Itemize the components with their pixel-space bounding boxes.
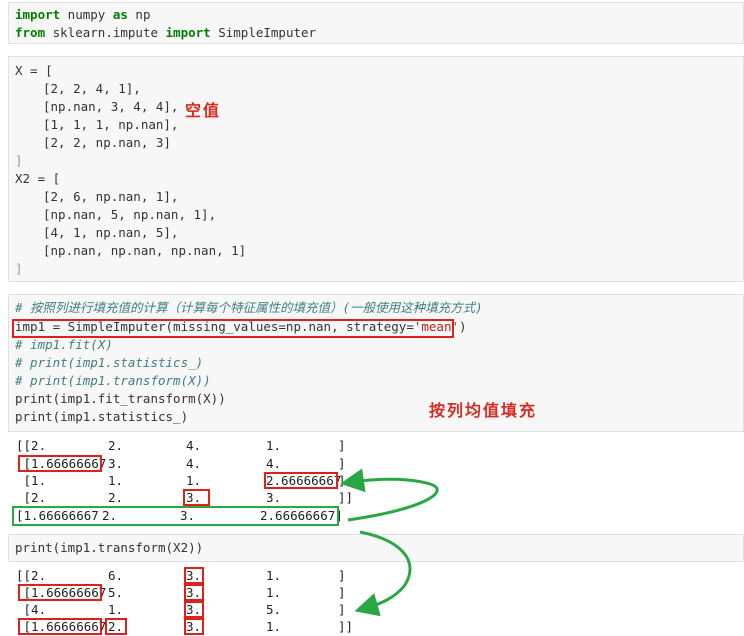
arrow-statistics-to-transform — [354, 530, 412, 617]
annotation-arrows — [340, 468, 439, 617]
arrow-statistics-to-filled — [340, 468, 439, 522]
